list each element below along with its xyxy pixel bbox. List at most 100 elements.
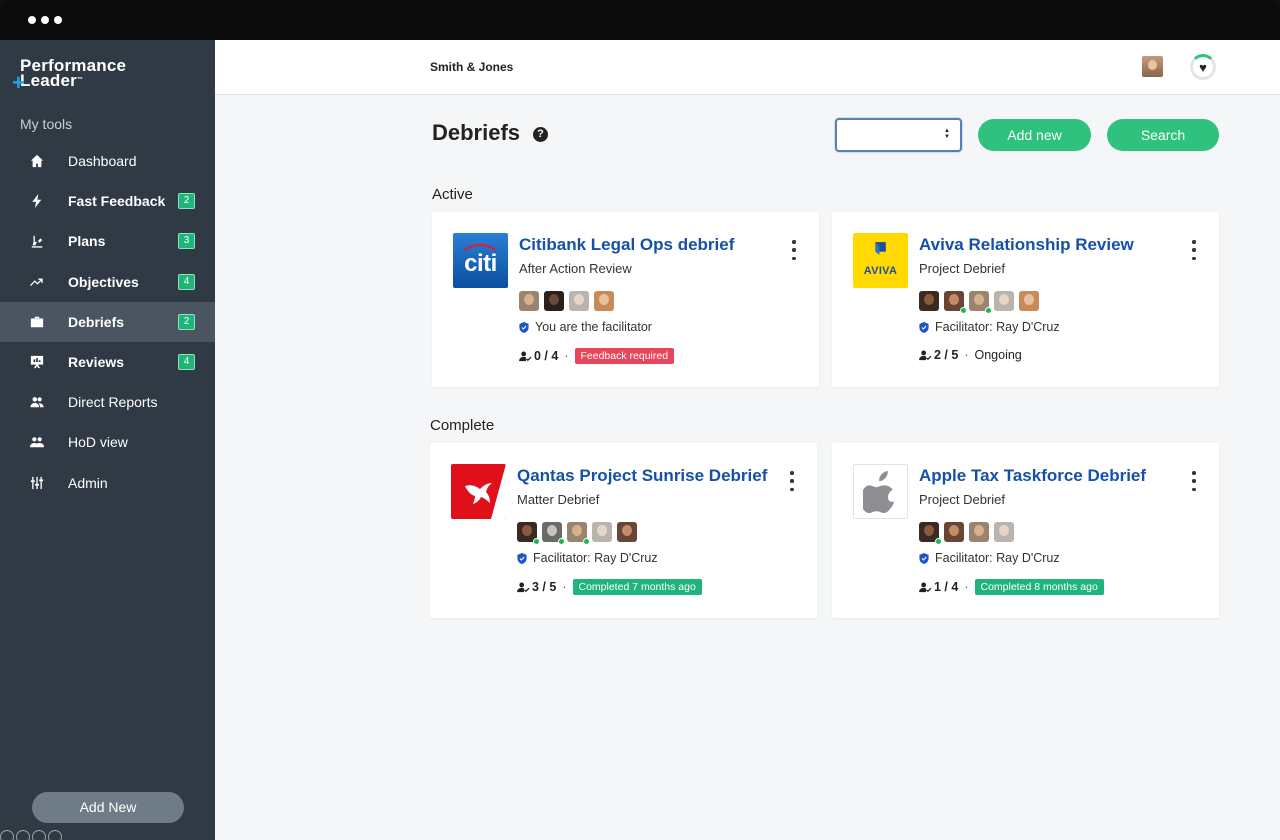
count-badge: 2 [178, 193, 195, 210]
window-dot-icon[interactable] [54, 16, 62, 24]
participant-avatar[interactable] [1019, 291, 1044, 311]
facilitator-text: You are the facilitator [535, 320, 652, 334]
sidebar-item-fast-feedback[interactable]: Fast Feedback 2 [0, 181, 215, 221]
count-badge: 4 [178, 354, 195, 371]
participant-avatars [517, 522, 642, 545]
debrief-card-qantas-project-sunrise-debrief[interactable]: Qantas Project Sunrise Debrief Matter Deb… [430, 443, 817, 618]
tool-icon[interactable] [32, 830, 46, 840]
wellbeing-heart-icon[interactable]: ♥ [1190, 54, 1216, 80]
briefcase-icon [29, 314, 45, 330]
facilitator-line: Facilitator: Ray D'Cruz [919, 551, 1060, 565]
logo-plus-icon: + [12, 70, 26, 95]
home-icon [29, 153, 45, 169]
participant-avatar[interactable] [567, 522, 592, 545]
card-title-link[interactable]: Qantas Project Sunrise Debrief [517, 466, 767, 486]
progress-row: 0 / 4 · Feedback required [519, 348, 675, 364]
card-title-link[interactable]: Citibank Legal Ops debrief [519, 235, 734, 255]
window-dot-icon[interactable] [28, 16, 36, 24]
search-button[interactable]: Search [1107, 119, 1219, 151]
logo-line-2: + Leader™ [12, 70, 84, 95]
help-icon[interactable]: ? [533, 127, 548, 142]
sidebar-item-dashboard[interactable]: Dashboard [0, 141, 215, 181]
participant-avatars [919, 522, 1019, 545]
separator: · [964, 348, 969, 362]
add-new-debrief-button[interactable]: Add new [978, 119, 1091, 151]
count-badge: 2 [178, 313, 195, 330]
participant-avatar[interactable] [617, 522, 642, 542]
participant-avatar[interactable] [544, 291, 569, 311]
app-logo[interactable]: Performance + Leader™ [12, 57, 126, 95]
sidebar-item-direct-reports[interactable]: Direct Reports [0, 382, 215, 422]
aviva-logo: AVIVA [853, 233, 908, 288]
response-count: 2 / 5 [934, 348, 959, 362]
more-options-icon[interactable] [789, 471, 795, 491]
debrief-card-apple-tax-taskforce-debrief[interactable]: Apple Tax Taskforce Debrief Project Debri… [832, 443, 1219, 618]
tool-icon[interactable] [16, 830, 30, 840]
participant-avatar[interactable] [517, 522, 542, 545]
debrief-card-citibank-legal-ops-debrief[interactable]: citi Citibank Legal Ops debrief After Acti… [432, 212, 819, 387]
participant-avatars [519, 291, 619, 311]
participants-check-icon [519, 351, 532, 361]
participant-avatar[interactable] [919, 522, 944, 545]
debrief-card-aviva-relationship-review[interactable]: AVIVA Aviva Relationship Review Project De… [832, 212, 1219, 387]
participant-avatar[interactable] [594, 291, 619, 311]
sidebar-item-label: HoD view [68, 434, 128, 451]
status-badge: Completed 7 months ago [572, 579, 702, 595]
participant-avatar[interactable] [994, 291, 1019, 311]
citi-logo: citi [453, 233, 508, 288]
facilitator-text: Facilitator: Ray D'Cruz [935, 320, 1060, 334]
participant-avatar[interactable] [969, 522, 994, 542]
sidebar-item-reviews[interactable]: Reviews 4 [0, 342, 215, 382]
tools-strip [0, 830, 100, 840]
response-count: 3 / 5 [532, 580, 557, 594]
participant-avatar[interactable] [542, 522, 567, 545]
sidebar-item-objectives[interactable]: Objectives 4 [0, 262, 215, 302]
progress-row: 1 / 4 · Completed 8 months ago [919, 579, 1104, 595]
card-subtitle: Project Debrief [919, 261, 1005, 276]
org-name[interactable]: Smith & Jones [430, 60, 513, 74]
more-options-icon[interactable] [791, 240, 797, 260]
separator: · [964, 580, 969, 594]
tool-icon[interactable] [0, 830, 14, 840]
separator: · [564, 349, 569, 363]
online-status-icon [985, 307, 992, 314]
more-options-icon[interactable] [1191, 471, 1197, 491]
participant-avatar[interactable] [592, 522, 617, 542]
count-badge: 3 [178, 233, 195, 250]
sidebar-nav: Dashboard Fast Feedback 2 Plans 3 Objectives 4… [0, 141, 215, 503]
participant-avatar[interactable] [919, 291, 944, 311]
status-text: Ongoing [974, 348, 1022, 362]
participant-avatar[interactable] [969, 291, 994, 314]
sidebar-item-admin[interactable]: Admin [0, 463, 215, 503]
participant-avatar[interactable] [944, 291, 969, 314]
more-options-icon[interactable] [1191, 240, 1197, 260]
filter-select[interactable]: ▲ ▼ [835, 118, 962, 152]
participant-avatar[interactable] [994, 522, 1019, 542]
participant-avatar[interactable] [519, 291, 544, 311]
facilitator-line: Facilitator: Ray D'Cruz [517, 551, 658, 565]
shield-check-icon [919, 552, 929, 564]
add-new-button[interactable]: Add New [32, 792, 184, 823]
page-title: Debriefs [432, 120, 521, 145]
participants-check-icon [517, 582, 530, 592]
sidebar-item-plans[interactable]: Plans 3 [0, 221, 215, 261]
online-status-icon [533, 538, 540, 545]
card-subtitle: Matter Debrief [517, 492, 600, 507]
tool-icon[interactable] [48, 830, 62, 840]
card-subtitle: Project Debrief [919, 492, 1005, 507]
group-icon [29, 434, 45, 450]
user-avatar[interactable] [1142, 56, 1163, 77]
participant-avatar[interactable] [569, 291, 594, 311]
separator: · [562, 580, 567, 594]
sidebar-item-hod-view[interactable]: HoD view [0, 422, 215, 462]
card-title-link[interactable]: Apple Tax Taskforce Debrief [919, 466, 1146, 486]
card-title-link[interactable]: Aviva Relationship Review [919, 235, 1134, 255]
sidebar-item-label: Plans [68, 233, 106, 250]
bolt-icon [29, 193, 45, 209]
participant-avatar[interactable] [944, 522, 969, 542]
my-tools-label: My tools [20, 116, 73, 132]
window-dot-icon[interactable] [41, 16, 49, 24]
shield-check-icon [517, 552, 527, 564]
facilitator-text: Facilitator: Ray D'Cruz [935, 551, 1060, 565]
sidebar-item-debriefs[interactable]: Debriefs 2 [0, 301, 215, 342]
